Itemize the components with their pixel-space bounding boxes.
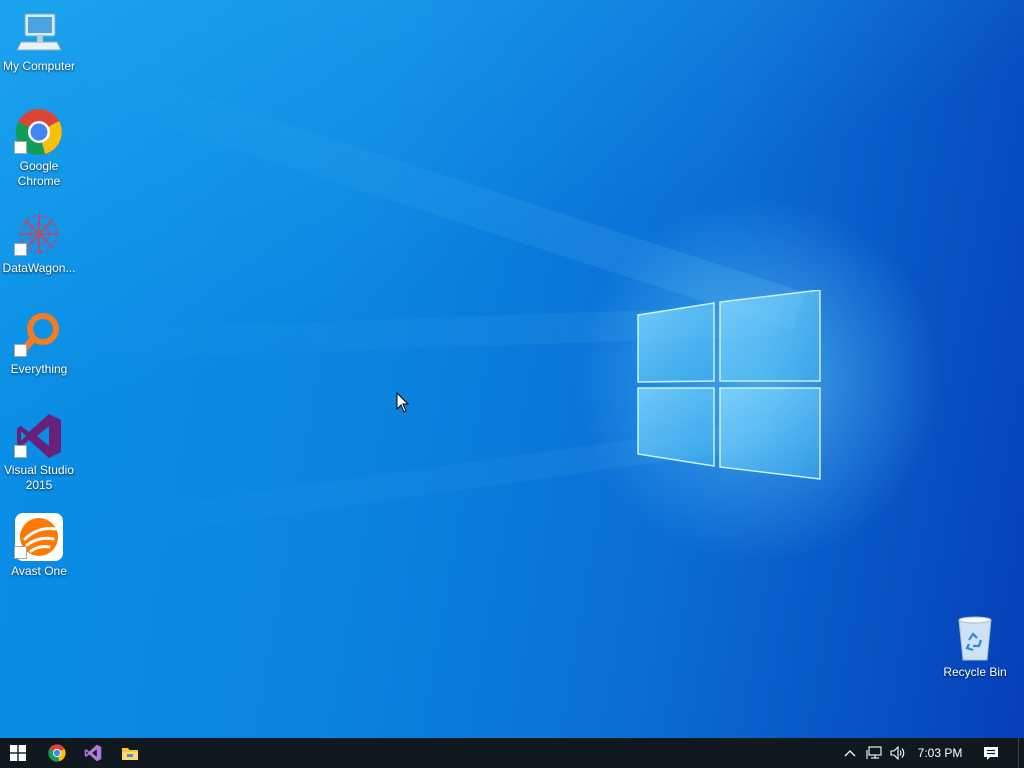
recycle-bin-icon <box>951 614 999 662</box>
desktop-icon-recycle-bin[interactable]: Recycle Bin <box>936 614 1014 680</box>
shortcut-arrow-icon <box>14 141 27 154</box>
desktop-icon-label: Avast One <box>11 564 67 578</box>
taskbar: 7:03 PM <box>0 738 1024 768</box>
shortcut-arrow-icon <box>14 243 27 256</box>
computer-icon <box>15 8 63 56</box>
desktop-icon-label: DataWagon... <box>2 261 76 275</box>
desktop-icon-visual-studio[interactable]: Visual Studio 2015 <box>0 412 78 493</box>
visual-studio-icon <box>14 412 63 460</box>
visual-studio-icon <box>84 744 102 762</box>
taskbar-clock[interactable]: 7:03 PM <box>910 738 970 768</box>
volume-tray-button[interactable] <box>886 738 910 768</box>
desktop-background[interactable]: My Computer Google Chrome DataWagon... E… <box>0 0 1024 738</box>
taskbar-chrome-button[interactable] <box>39 738 75 768</box>
windows-logo-wallpaper <box>637 290 821 480</box>
everything-icon <box>14 311 63 359</box>
clock-time: 7:03 PM <box>917 746 963 760</box>
desktop-icon-datawagon[interactable]: DataWagon... <box>0 210 78 276</box>
volume-icon <box>890 746 905 760</box>
desktop-icon-label: Everything <box>10 362 68 376</box>
desktop-icon-my-computer[interactable]: My Computer <box>0 8 78 74</box>
desktop-icon-everything[interactable]: Everything <box>0 311 78 377</box>
mouse-cursor-icon <box>396 392 410 413</box>
desktop-icon-label: Google Chrome <box>17 159 61 188</box>
desktop-icon-label: Recycle Bin <box>943 665 1007 679</box>
shortcut-arrow-icon <box>14 344 27 357</box>
chevron-up-icon <box>844 750 856 757</box>
show-desktop-button[interactable] <box>1018 738 1024 768</box>
folder-icon <box>122 748 138 760</box>
action-center-icon <box>984 746 998 760</box>
network-tray-button[interactable] <box>862 738 886 768</box>
desktop-icon-google-chrome[interactable]: Google Chrome <box>0 108 78 189</box>
avast-icon <box>14 513 63 561</box>
desktop-icon-label: My Computer <box>2 59 76 73</box>
action-center-button[interactable] <box>978 738 1004 768</box>
taskbar-file-explorer-button[interactable] <box>112 738 148 768</box>
chrome-icon <box>48 744 66 762</box>
shortcut-arrow-icon <box>14 445 27 458</box>
taskbar-visual-studio-button[interactable] <box>75 738 111 768</box>
desktop-icon-label: Visual Studio 2015 <box>4 463 74 492</box>
network-icon <box>866 746 882 759</box>
datawagon-icon <box>14 210 63 258</box>
desktop-icon-avast-one[interactable]: Avast One <box>0 513 78 579</box>
shortcut-arrow-icon <box>14 546 27 559</box>
show-hidden-icons-button[interactable] <box>840 738 860 768</box>
chrome-icon <box>14 108 63 156</box>
windows-start-icon <box>10 745 26 761</box>
start-button[interactable] <box>0 738 36 768</box>
